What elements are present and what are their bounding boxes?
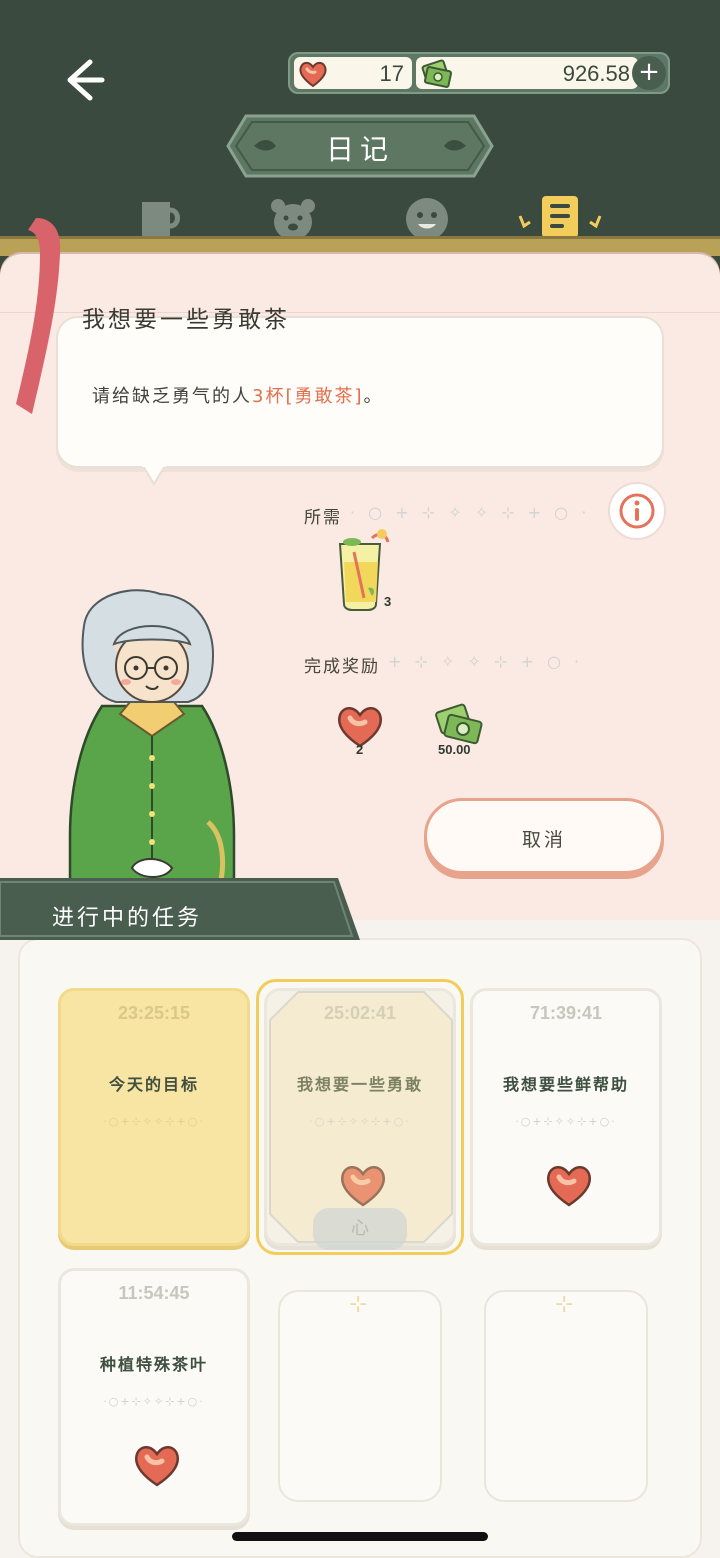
heart-count: 17	[379, 61, 404, 86]
request-suffix: 。	[363, 386, 384, 407]
sparkle-icon: ⊹	[349, 1292, 368, 1317]
task-divider: ·○+⊹✧✧⊹+○·	[103, 1395, 205, 1408]
required-count: 3	[384, 594, 392, 609]
money-counter: 926.58	[416, 57, 638, 89]
reward-heart-count: 2	[356, 742, 364, 757]
task-title: 今天的目标	[108, 1075, 199, 1094]
info-icon	[619, 493, 655, 529]
task-divider: ·○+⊹✧✧⊹+○·	[103, 1115, 205, 1128]
cancel-button[interactable]: 取消	[424, 798, 664, 874]
task-card[interactable]: 11:54:45 种植特殊茶叶 ·○+⊹✧✧⊹+○·	[58, 1268, 250, 1526]
bubble-tail	[142, 464, 166, 486]
task-divider: ·○+⊹✧✧⊹+○·	[515, 1115, 617, 1128]
title-plaque	[226, 114, 494, 178]
task-card[interactable]: 71:39:41 我想要些鲜帮助 ·○+⊹✧✧⊹+○·	[470, 988, 662, 1246]
money-count: 926.58	[562, 61, 630, 86]
task-timer: 23:25:15	[117, 1003, 191, 1023]
empty-task-slot	[484, 1290, 648, 1502]
claim-button[interactable]: 心	[313, 1208, 407, 1250]
quest-title: 我想要一些勇敢茶	[82, 307, 290, 333]
heart-counter: 17	[294, 57, 412, 89]
request-prefix: 请给缺乏勇气的人	[92, 386, 252, 407]
home-indicator	[232, 1532, 488, 1541]
request-text: 请给缺乏勇气的人3杯[勇敢茶]。	[92, 382, 384, 408]
task-timer: 71:39:41	[529, 1003, 603, 1023]
task-title: 我想要些鲜帮助	[502, 1075, 629, 1094]
money-icon	[421, 59, 453, 88]
heart-icon	[299, 61, 327, 88]
add-money-button[interactable]: +	[632, 56, 666, 90]
section-label: 进行中的任务	[52, 906, 203, 931]
empty-task-slot	[278, 1290, 442, 1502]
shelf-edge	[0, 236, 720, 256]
back-arrow-icon[interactable]	[56, 52, 112, 108]
required-label: 所需	[304, 508, 342, 528]
sparkle-icon: ⊹	[555, 1292, 574, 1317]
task-title: 种植特殊茶叶	[99, 1355, 208, 1374]
heart-icon	[547, 1166, 591, 1207]
grandma-character	[68, 589, 236, 896]
request-highlight: 3杯[勇敢茶]	[252, 386, 364, 407]
heart-icon	[135, 1446, 179, 1487]
info-button[interactable]	[608, 482, 666, 540]
reward-label: 完成奖励	[304, 657, 380, 677]
task-card[interactable]: 23:25:15 今天的目标 ·○+⊹✧✧⊹+○·	[58, 988, 250, 1246]
task-timer: 11:54:45	[118, 1283, 190, 1303]
reward-divider: + ⊹ ✧ ✧ ⊹ + ○ ·	[388, 652, 584, 671]
resource-bar: 17 926.58 +	[288, 52, 670, 94]
required-divider: · ○ + ⊹ ✧ ✧ ⊹ + ○ ·	[350, 503, 591, 522]
cancel-label: 取消	[521, 829, 566, 851]
selected-overlay	[269, 991, 453, 1243]
reward-money-count: 50.00	[438, 742, 471, 757]
